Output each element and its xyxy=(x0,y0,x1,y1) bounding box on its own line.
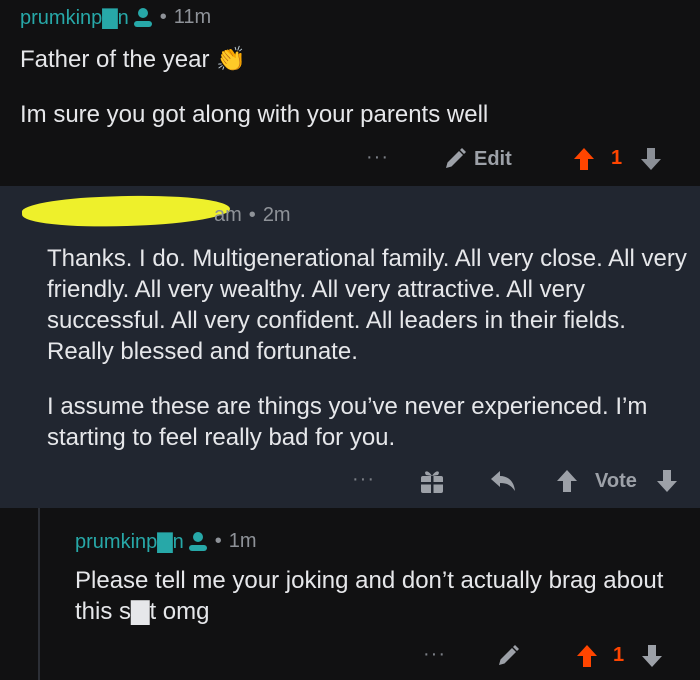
timestamp: 2m xyxy=(262,204,291,226)
comment-1-actions: ··· Edit 1 xyxy=(0,144,700,174)
downvote-arrow-icon[interactable] xyxy=(641,644,663,668)
comment-paragraph: Thanks. I do. Multigenerational family. … xyxy=(47,245,687,365)
username-partial[interactable]: am xyxy=(214,204,242,227)
comment-1-body: Father of the year 👏 Im sure you got alo… xyxy=(20,44,680,130)
separator-dot: • xyxy=(214,530,222,552)
upvote-arrow-icon[interactable] xyxy=(573,147,595,171)
score: 1 xyxy=(611,147,623,169)
comment-2-body: Thanks. I do. Multigenerational family. … xyxy=(47,243,687,453)
gift-icon[interactable] xyxy=(420,468,444,494)
more-options-button[interactable]: ··· xyxy=(352,468,375,491)
comment-2-meta: am • 2m xyxy=(214,204,291,227)
comment-2-actions: ··· Vote xyxy=(0,466,700,496)
separator-dot: • xyxy=(159,6,167,28)
comment-text: Im sure you got along with your parents … xyxy=(20,101,489,128)
upvote-arrow-icon[interactable] xyxy=(576,644,598,668)
username[interactable]: prumkinp▇n xyxy=(75,529,184,554)
clapping-hands-emoji: 👏 xyxy=(216,46,246,73)
separator-dot: • xyxy=(248,204,256,226)
score: 1 xyxy=(613,644,625,666)
edit-label: Edit xyxy=(474,147,512,170)
pencil-icon xyxy=(443,147,467,171)
downvote-arrow-icon[interactable] xyxy=(640,147,662,171)
comment-paragraph: I assume these are things you’ve never e… xyxy=(47,393,648,451)
pencil-icon[interactable] xyxy=(496,644,520,668)
comment-3-actions: ··· 1 xyxy=(0,641,700,671)
downvote-arrow-icon[interactable] xyxy=(656,469,678,493)
user-icon xyxy=(188,531,208,553)
more-options-button[interactable]: ··· xyxy=(423,643,446,666)
vote-label: Vote xyxy=(595,470,637,492)
username[interactable]: prumkinp▇n xyxy=(20,5,129,30)
edit-button[interactable]: Edit xyxy=(443,147,512,171)
reply-arrow-icon[interactable] xyxy=(490,469,516,493)
upvote-arrow-icon[interactable] xyxy=(556,469,578,493)
comment-text: Please tell me your joking and don’t act… xyxy=(75,567,664,625)
user-icon xyxy=(133,7,153,29)
comment-1-meta: prumkinp▇n • 11m xyxy=(20,5,211,30)
comment-title-line: Father of the year xyxy=(20,46,210,73)
timestamp: 1m xyxy=(228,530,257,552)
comment-3-meta: prumkinp▇n • 1m xyxy=(75,529,257,554)
more-options-button[interactable]: ··· xyxy=(366,146,389,169)
comment-3-body: Please tell me your joking and don’t act… xyxy=(75,565,675,627)
timestamp: 11m xyxy=(173,6,212,28)
